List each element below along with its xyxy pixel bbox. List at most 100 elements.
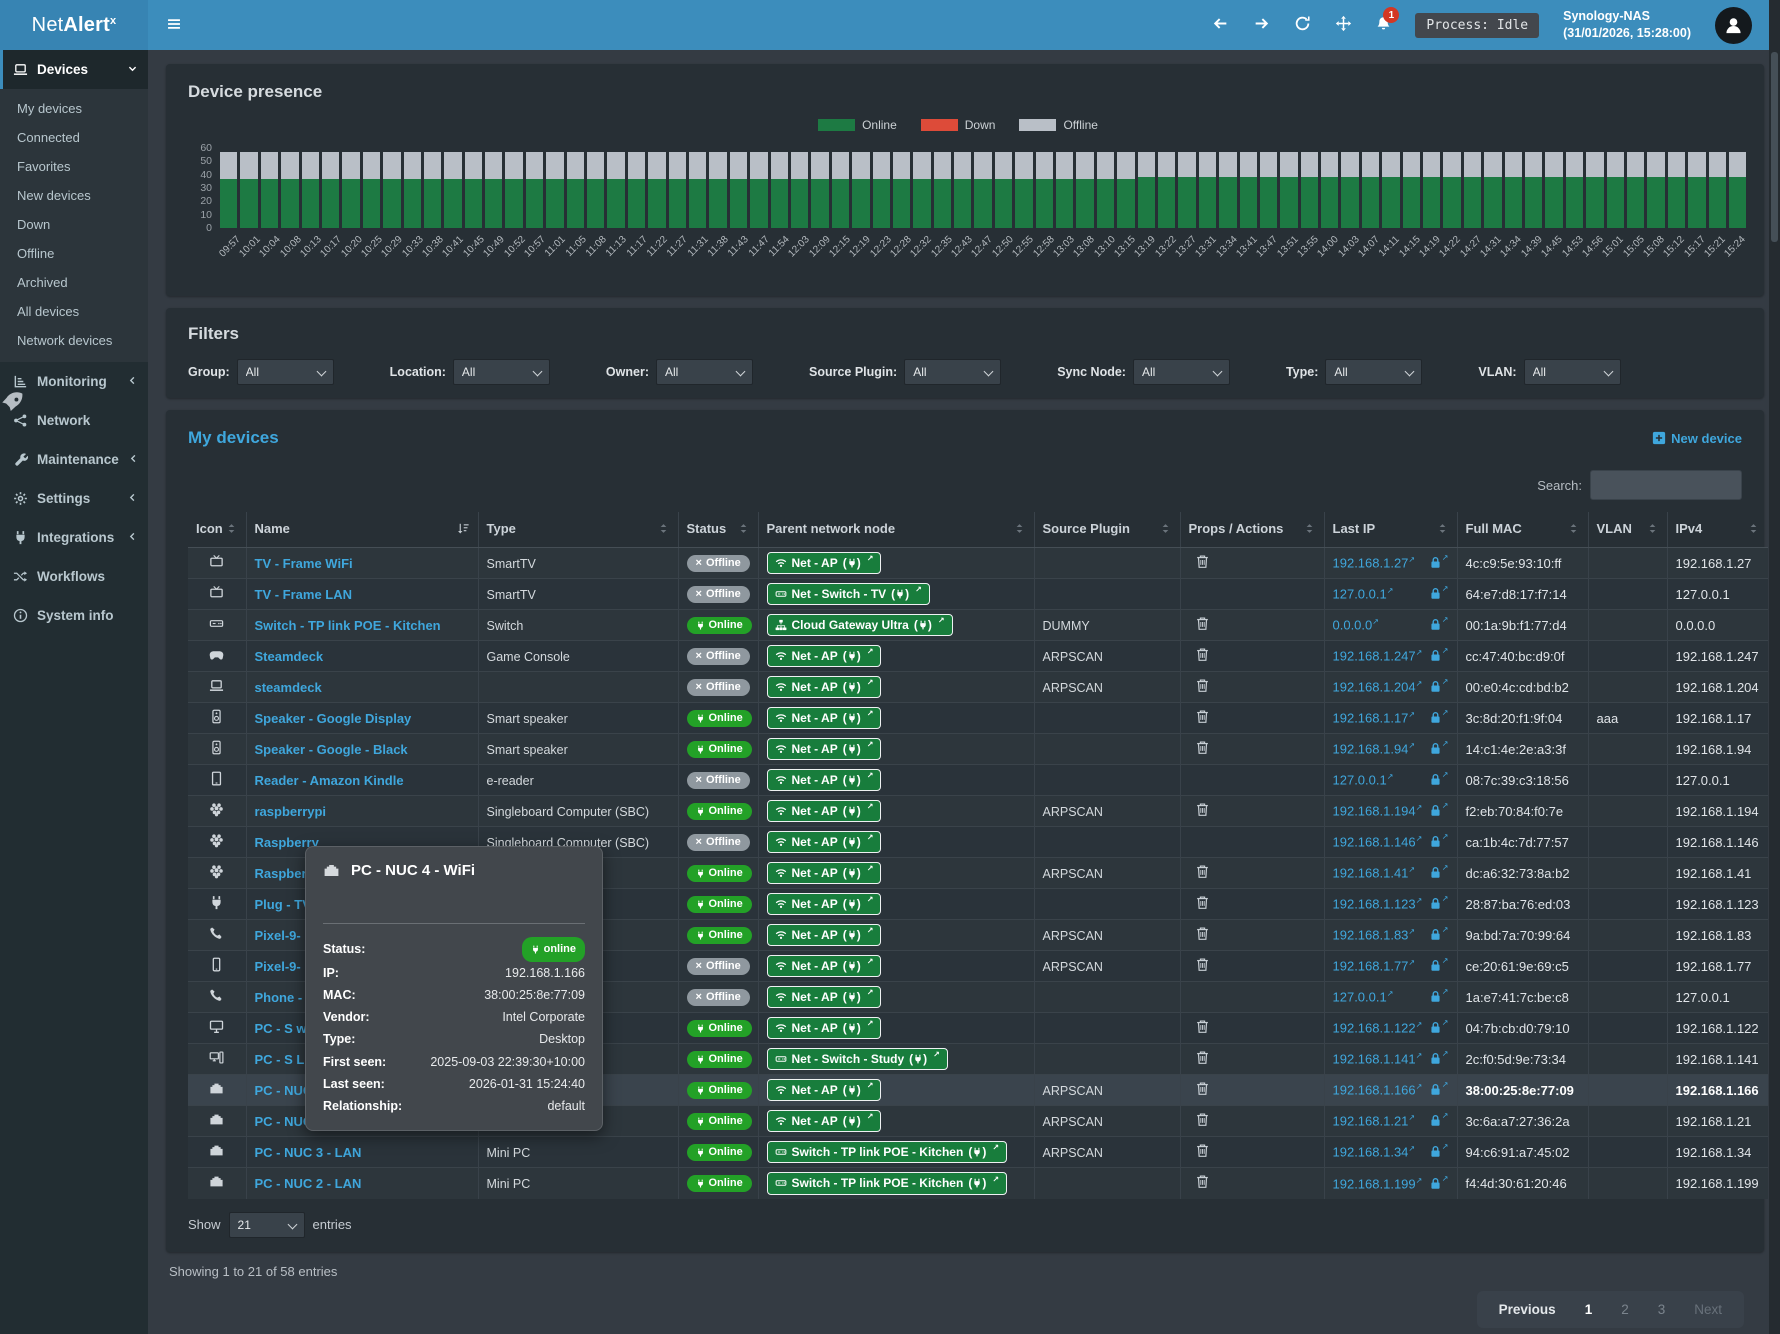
delete-device-button[interactable] <box>1195 1112 1210 1127</box>
filter-select-location[interactable]: All <box>453 359 550 385</box>
last-ip-link[interactable]: 192.168.1.34↗ <box>1333 1144 1416 1159</box>
parent-node-link[interactable]: Net - AP()↗ <box>767 676 882 699</box>
nav-back-button[interactable] <box>1212 15 1229 35</box>
parent-node-link[interactable]: Net - AP()↗ <box>767 707 882 730</box>
sidebar-item-offline[interactable]: Offline <box>0 239 148 268</box>
table-row[interactable]: PC - NUC 2 - LANMini PCOnlineSwitch - TP… <box>188 1168 1768 1199</box>
delete-device-button[interactable] <box>1195 895 1210 910</box>
parent-node-link[interactable]: Net - AP()↗ <box>767 986 882 1009</box>
page-button-next[interactable]: Next <box>1694 1302 1722 1317</box>
delete-device-button[interactable] <box>1195 802 1210 817</box>
lock-link[interactable]: ↗ <box>1429 959 1449 972</box>
device-name-link[interactable]: PC - S L <box>255 1052 305 1067</box>
device-name-link[interactable]: Steamdeck <box>255 649 324 664</box>
last-ip-link[interactable]: 192.168.1.194↗ <box>1333 803 1423 818</box>
lock-link[interactable]: ↗ <box>1429 1177 1449 1190</box>
table-row[interactable]: TV - Frame LANSmartTV×OfflineNet - Switc… <box>188 579 1768 610</box>
search-input[interactable] <box>1590 470 1742 500</box>
table-row[interactable]: Speaker - Google DisplaySmart speakerOnl… <box>188 703 1768 734</box>
filter-select-source-plugin[interactable]: All <box>904 359 1001 385</box>
parent-node-link[interactable]: Net - Switch - Study()↗ <box>767 1048 948 1071</box>
parent-node-link[interactable]: Net - AP()↗ <box>767 831 882 854</box>
lock-link[interactable]: ↗ <box>1429 897 1449 910</box>
sidebar-item-integrations[interactable]: Integrations <box>0 518 148 557</box>
col-header-type[interactable]: Type <box>478 512 678 548</box>
delete-device-button[interactable] <box>1195 1143 1210 1158</box>
device-name-link[interactable]: Speaker - Google Display <box>255 711 412 726</box>
delete-device-button[interactable] <box>1195 1050 1210 1065</box>
device-name-link[interactable]: PC - S w <box>255 1021 307 1036</box>
last-ip-link[interactable]: 192.168.1.83↗ <box>1333 927 1416 942</box>
parent-node-link[interactable]: Net - AP()↗ <box>767 893 882 916</box>
lock-link[interactable]: ↗ <box>1429 711 1449 724</box>
device-name-link[interactable]: raspberrypi <box>255 804 327 819</box>
device-name-link[interactable]: Switch - TP link POE - Kitchen <box>255 618 441 633</box>
device-name-link[interactable]: Pixel-9- <box>255 959 301 974</box>
delete-device-button[interactable] <box>1195 1174 1210 1189</box>
parent-node-link[interactable]: Net - AP()↗ <box>767 955 882 978</box>
nav-forward-button[interactable] <box>1253 15 1270 35</box>
sidebar-item-system-info[interactable]: System info <box>0 596 148 635</box>
lock-link[interactable]: ↗ <box>1429 1052 1449 1065</box>
lock-link[interactable]: ↗ <box>1429 928 1449 941</box>
col-header-name[interactable]: Name <box>246 512 478 548</box>
notifications-button[interactable]: 1 <box>1376 16 1391 34</box>
sidebar-item-devices[interactable]: Devices <box>0 50 148 89</box>
device-name-link[interactable]: Speaker - Google - Black <box>255 742 408 757</box>
parent-node-link[interactable]: Net - Switch - TV()↗ <box>767 583 930 606</box>
filter-select-group[interactable]: All <box>237 359 334 385</box>
last-ip-link[interactable]: 192.168.1.77↗ <box>1333 958 1416 973</box>
lock-link[interactable]: ↗ <box>1429 773 1449 786</box>
lock-link[interactable]: ↗ <box>1429 804 1449 817</box>
sidebar-item-favorites[interactable]: Favorites <box>0 152 148 181</box>
lock-link[interactable]: ↗ <box>1429 649 1449 662</box>
lock-link[interactable]: ↗ <box>1429 742 1449 755</box>
last-ip-link[interactable]: 192.168.1.141↗ <box>1333 1051 1423 1066</box>
parent-node-link[interactable]: Cloud Gateway Ultra()↗ <box>767 614 953 637</box>
last-ip-link[interactable]: 192.168.1.122↗ <box>1333 1020 1423 1035</box>
delete-device-button[interactable] <box>1195 1081 1210 1096</box>
delete-device-button[interactable] <box>1195 678 1210 693</box>
delete-device-button[interactable] <box>1195 926 1210 941</box>
sidebar-item-network-devices[interactable]: Network devices <box>0 326 148 355</box>
parent-node-link[interactable]: Net - AP()↗ <box>767 800 882 823</box>
page-button-2[interactable]: 2 <box>1621 1302 1629 1317</box>
table-row[interactable]: Speaker - Google - BlackSmart speakerOnl… <box>188 734 1768 765</box>
page-size-select[interactable]: 21 <box>229 1212 305 1238</box>
col-header-parent-network-node[interactable]: Parent network node <box>758 512 1034 548</box>
last-ip-link[interactable]: 192.168.1.94↗ <box>1333 741 1416 756</box>
sidebar-item-archived[interactable]: Archived <box>0 268 148 297</box>
lock-link[interactable]: ↗ <box>1429 556 1449 569</box>
sidebar-item-settings[interactable]: Settings <box>0 479 148 518</box>
parent-node-link[interactable]: Net - AP()↗ <box>767 924 882 947</box>
parent-node-link[interactable]: Net - AP()↗ <box>767 1017 882 1040</box>
lock-link[interactable]: ↗ <box>1429 866 1449 879</box>
parent-node-link[interactable]: Net - AP()↗ <box>767 1079 882 1102</box>
parent-node-link[interactable]: Switch - TP link POE - Kitchen()↗ <box>767 1172 1008 1195</box>
sidebar-item-connected[interactable]: Connected <box>0 123 148 152</box>
delete-device-button[interactable] <box>1195 740 1210 755</box>
delete-device-button[interactable] <box>1195 864 1210 879</box>
parent-node-link[interactable]: Net - AP()↗ <box>767 738 882 761</box>
delete-device-button[interactable] <box>1195 957 1210 972</box>
table-row[interactable]: TV - Frame WiFiSmartTV×OfflineNet - AP()… <box>188 548 1768 579</box>
refresh-button[interactable] <box>1294 15 1311 35</box>
page-button-3[interactable]: 3 <box>1658 1302 1666 1317</box>
device-name-link[interactable]: Pixel-9- <box>255 928 301 943</box>
lock-link[interactable]: ↗ <box>1429 990 1449 1003</box>
sidebar-item-maintenance[interactable]: Maintenance <box>0 440 148 479</box>
lock-link[interactable]: ↗ <box>1429 587 1449 600</box>
sidebar-item-my-devices[interactable]: My devices <box>0 94 148 123</box>
device-name-link[interactable]: TV - Frame WiFi <box>255 556 353 571</box>
page-button-previous[interactable]: Previous <box>1499 1302 1556 1317</box>
device-name-link[interactable]: PC - NUC 2 - LAN <box>255 1176 362 1191</box>
sidebar-item-workflows[interactable]: Workflows <box>0 557 148 596</box>
lock-link[interactable]: ↗ <box>1429 1083 1449 1096</box>
table-row[interactable]: SteamdeckGame Console×OfflineNet - AP()↗… <box>188 641 1768 672</box>
scrollbar-thumb[interactable] <box>1771 52 1778 242</box>
table-row[interactable]: Reader - Amazon Kindlee-reader×OfflineNe… <box>188 765 1768 796</box>
col-header-source-plugin[interactable]: Source Plugin <box>1034 512 1180 548</box>
last-ip-link[interactable]: 192.168.1.27↗ <box>1333 555 1416 570</box>
parent-node-link[interactable]: Net - AP()↗ <box>767 862 882 885</box>
lock-link[interactable]: ↗ <box>1429 1145 1449 1158</box>
